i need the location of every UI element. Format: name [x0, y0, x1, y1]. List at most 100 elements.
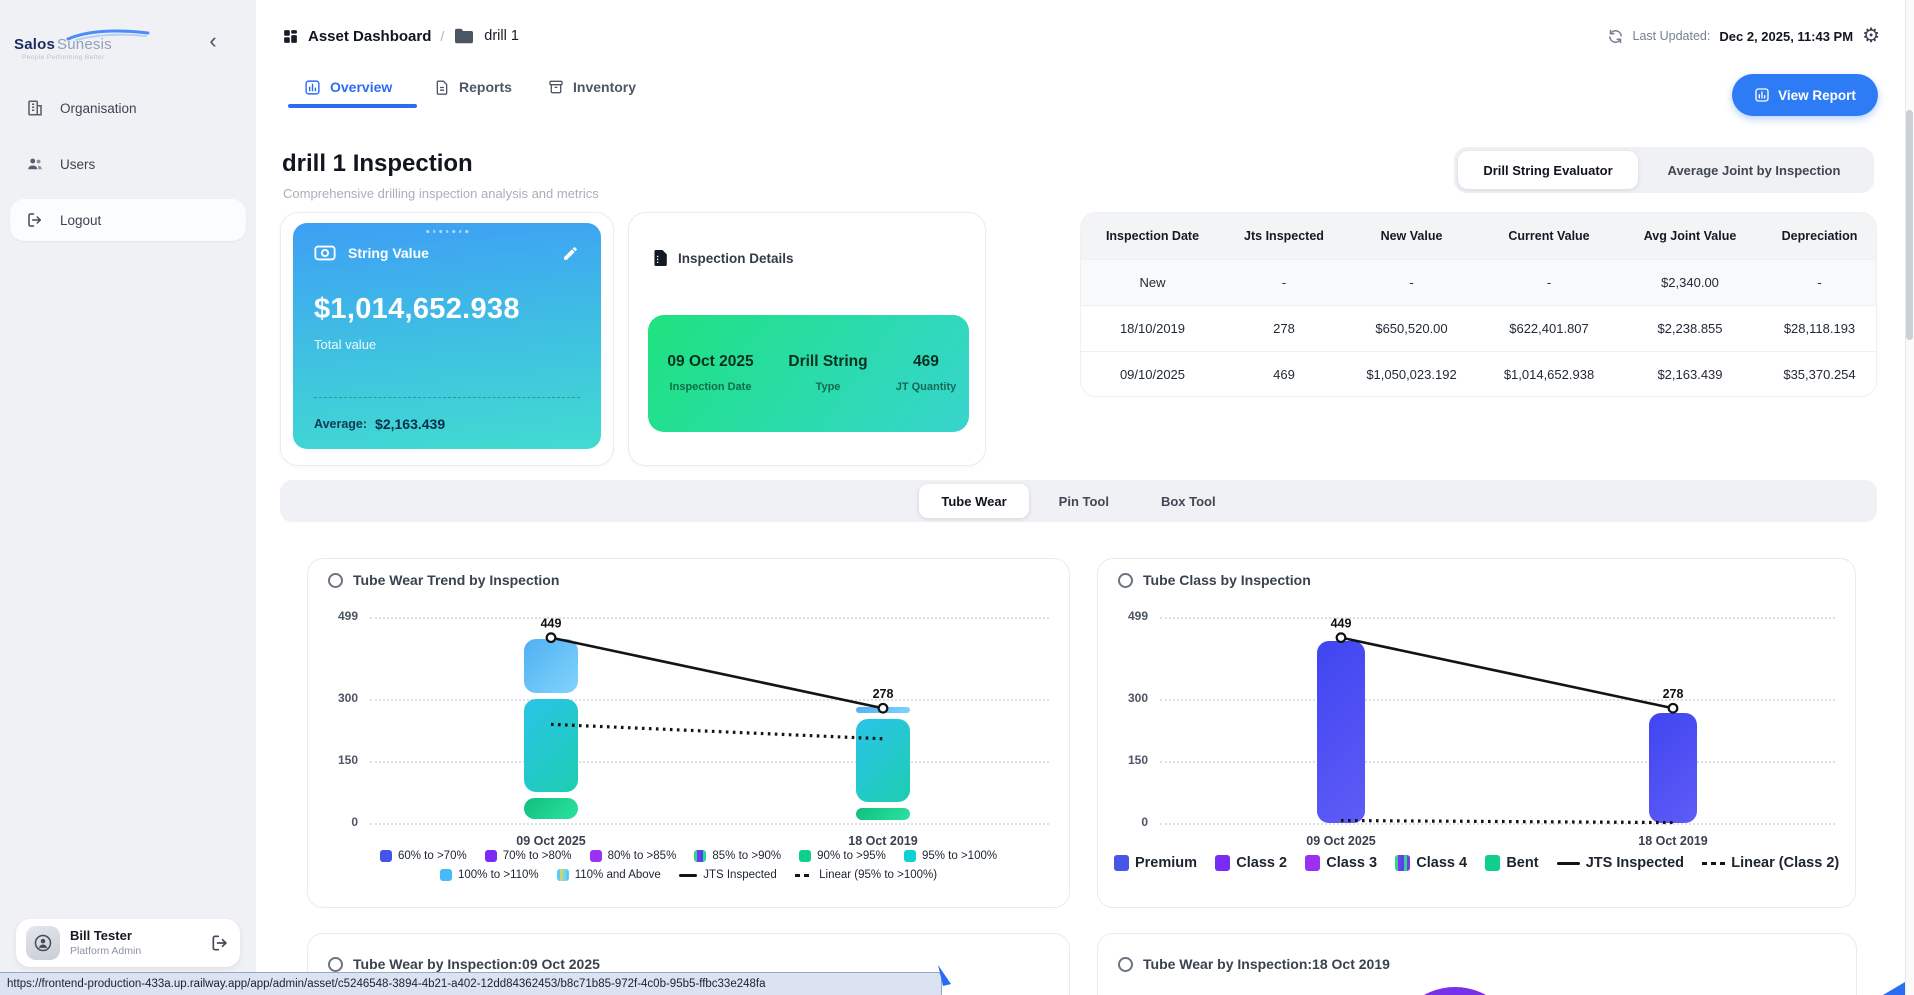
- app-window: SalosSunesis People Performing Better ‹ …: [0, 0, 1914, 995]
- legend-swatch: [694, 850, 706, 862]
- sidebar-item-label: Users: [60, 157, 95, 172]
- legend-item[interactable]: 100% to >110%: [440, 869, 539, 881]
- tool-tab-tube-wear[interactable]: Tube Wear: [919, 484, 1028, 518]
- chart-legend: Premium Class 2 Class 3 Class 4 Bent JTS Insp…: [1098, 855, 1855, 878]
- breadcrumb-current[interactable]: drill 1: [484, 28, 519, 44]
- evaluator-table: Inspection Date Jts Inspected New Value …: [1080, 212, 1877, 397]
- legend-item[interactable]: Class 4: [1395, 855, 1467, 871]
- tube-wear-pie-card-2019: Tube Wear by Inspection:18 Oct 2019: [1097, 933, 1857, 995]
- tab-overview[interactable]: Overview: [304, 72, 392, 102]
- edit-pencil-icon[interactable]: [562, 245, 579, 262]
- chart-radio-icon[interactable]: [1118, 957, 1133, 972]
- string-value-card: String Value $1,014,652.938 Total value …: [280, 212, 614, 466]
- toggle-drill-string-evaluator[interactable]: Drill String Evaluator: [1458, 151, 1638, 189]
- user-name: Bill Tester: [70, 928, 200, 944]
- bar-segment: [524, 639, 578, 693]
- y-tick: 150: [1098, 753, 1148, 767]
- chart-title: Tube Wear by Inspection:09 Oct 2025: [353, 956, 600, 972]
- breadcrumb: Asset Dashboard / drill 1: [282, 27, 519, 45]
- cursor: [936, 964, 954, 990]
- status-url-bar: https://frontend-production-433a.up.rail…: [0, 972, 942, 995]
- tab-reports[interactable]: Reports: [434, 72, 512, 102]
- gridline: [1160, 617, 1835, 619]
- archive-box-icon: [548, 79, 564, 95]
- legend-item[interactable]: Linear (Class 2): [1702, 855, 1839, 871]
- legend-item[interactable]: Premium: [1114, 855, 1197, 871]
- sidebar-item-users[interactable]: Users: [10, 143, 246, 185]
- legend-label: Linear (Class 2): [1731, 855, 1839, 871]
- table-cell: $1,050,023.192: [1344, 351, 1479, 397]
- toggle-average-joint[interactable]: Average Joint by Inspection: [1638, 151, 1870, 189]
- legend-swatch: [1305, 855, 1320, 870]
- document-icon: [653, 249, 669, 267]
- bar-segment: [524, 699, 578, 792]
- legend-item[interactable]: 60% to >70%: [380, 850, 467, 862]
- scrollbar-thumb[interactable]: [1906, 110, 1913, 340]
- legend-swatch: [799, 850, 811, 862]
- dashboard-icon: [282, 28, 299, 45]
- inspection-details-title: Inspection Details: [678, 251, 794, 266]
- tube-class-chart: Tube Class by Inspection 015030049909 Oc…: [1097, 558, 1856, 908]
- tool-tab-box-tool[interactable]: Box Tool: [1139, 484, 1238, 518]
- legend-item[interactable]: 95% to >100%: [904, 850, 997, 862]
- legend-item[interactable]: 110% and Above: [557, 869, 661, 881]
- detail-field: Drill String Type: [773, 315, 883, 432]
- legend-label: Premium: [1135, 855, 1197, 871]
- brand-tagline: People Performing Better: [22, 54, 105, 61]
- last-updated-label: Last Updated:: [1633, 29, 1711, 43]
- tab-inventory[interactable]: Inventory: [548, 72, 636, 102]
- table-cell: 09/10/2025: [1081, 351, 1224, 397]
- chart-radio-icon[interactable]: [328, 957, 343, 972]
- tool-tab-pin-tool[interactable]: Pin Tool: [1037, 484, 1131, 518]
- drag-dots: [426, 230, 468, 233]
- legend-swatch: [904, 850, 916, 862]
- legend-item[interactable]: 85% to >90%: [694, 850, 781, 862]
- table-cell: 18/10/2019: [1081, 305, 1224, 351]
- legend-label: Class 4: [1416, 855, 1467, 871]
- view-toggle: Drill String Evaluator Average Joint by …: [1454, 147, 1874, 193]
- legend-swatch: [795, 874, 813, 877]
- bar-segment: [1317, 641, 1365, 823]
- sidebar-collapse-button[interactable]: ‹: [198, 26, 228, 56]
- chart-radio-icon[interactable]: [328, 573, 343, 588]
- breadcrumb-root[interactable]: Asset Dashboard: [308, 28, 431, 45]
- table-row: 18/10/2019278$650,520.00$622,401.807$2,2…: [1081, 305, 1877, 351]
- table-cell: 469: [1224, 351, 1344, 397]
- view-report-button[interactable]: View Report: [1732, 74, 1878, 116]
- legend-item[interactable]: Class 2: [1215, 855, 1287, 871]
- sidebar: SalosSunesis People Performing Better ‹ …: [0, 0, 256, 995]
- banknote-icon: [314, 245, 336, 261]
- legend-item[interactable]: JTS Inspected: [1557, 855, 1685, 871]
- legend-swatch: [679, 874, 697, 877]
- legend-item[interactable]: Bent: [1485, 855, 1538, 871]
- detail-field: 469 JT Quantity: [883, 315, 969, 432]
- legend-item[interactable]: 70% to >80%: [485, 850, 572, 862]
- legend-swatch: [485, 850, 497, 862]
- tab-label: Overview: [330, 79, 392, 95]
- bar-segment: [856, 808, 910, 820]
- column-header: Inspection Date: [1081, 213, 1224, 259]
- gear-icon[interactable]: ⚙: [1862, 26, 1880, 46]
- legend-item[interactable]: Linear (95% to >100%): [795, 869, 937, 881]
- legend-item[interactable]: JTS Inspected: [679, 869, 777, 881]
- main-content: Asset Dashboard / drill 1 Last Updated: …: [256, 0, 1914, 995]
- refresh-icon[interactable]: [1607, 28, 1624, 45]
- tube-wear-trend-chart: Tube Wear Trend by Inspection 0150300499…: [307, 558, 1070, 908]
- legend-item[interactable]: 90% to >95%: [799, 850, 886, 862]
- scrollbar-track[interactable]: [1905, 0, 1914, 995]
- sidebar-item-label: Logout: [60, 213, 101, 228]
- string-value-caption: Total value: [314, 337, 376, 352]
- table-cell: -: [1761, 259, 1877, 305]
- breadcrumb-separator: /: [440, 28, 444, 44]
- legend-item[interactable]: Class 3: [1305, 855, 1377, 871]
- gridline: [370, 617, 1049, 619]
- sidebar-item-logout[interactable]: Logout: [10, 199, 246, 241]
- legend-item[interactable]: 80% to >85%: [590, 850, 677, 862]
- string-value-title: String Value: [348, 245, 429, 261]
- chart-radio-icon[interactable]: [1118, 573, 1133, 588]
- sidebar-item-organisation[interactable]: Organisation: [10, 87, 246, 129]
- y-tick: 300: [308, 691, 358, 705]
- logout-icon[interactable]: [210, 933, 230, 953]
- legend-label: 70% to >80%: [503, 850, 572, 862]
- table-row: 09/10/2025469$1,050,023.192$1,014,652.93…: [1081, 351, 1877, 397]
